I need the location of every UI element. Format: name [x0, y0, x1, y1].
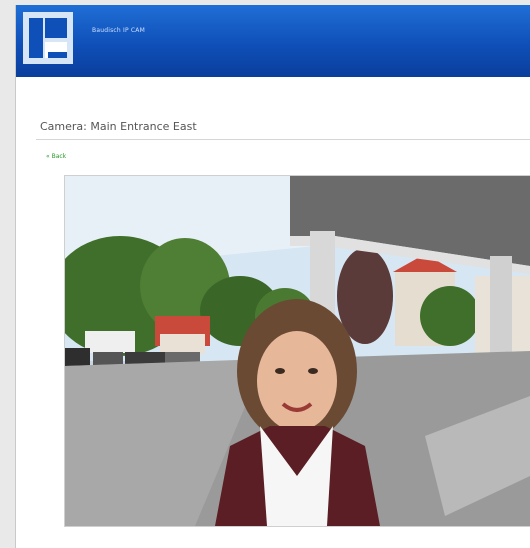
camera-feed [64, 175, 530, 527]
browser-frame: Baudisch IP CAM Camera: Main Entrance Ea… [15, 5, 530, 548]
back-link[interactable]: « Back [46, 153, 66, 160]
camera-live-image [65, 176, 530, 526]
page-title: Camera: Main Entrance East [40, 120, 197, 133]
company-logo-icon[interactable] [23, 12, 73, 64]
page-title-bar: Camera: Main Entrance East [36, 117, 530, 140]
brand-text: Baudisch IP CAM [92, 27, 145, 34]
app-header: Baudisch IP CAM [16, 5, 530, 77]
